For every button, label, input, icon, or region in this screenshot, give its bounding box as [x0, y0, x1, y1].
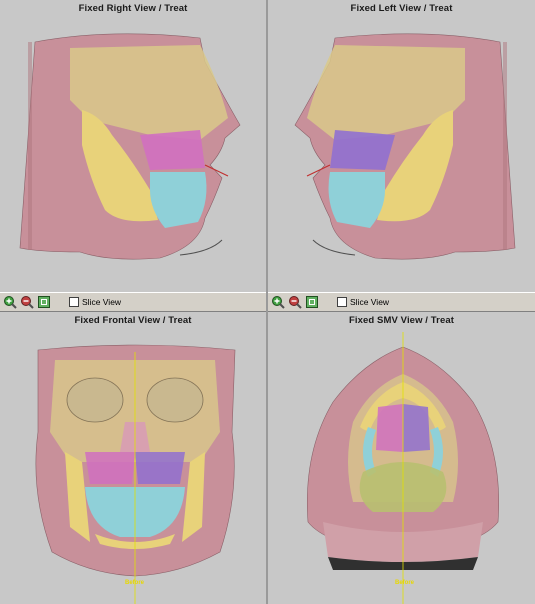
slice-view-checkbox[interactable]	[69, 297, 79, 307]
frontal-view-render	[35, 344, 236, 604]
smv-view-render	[307, 332, 499, 604]
four-view-layout: Fixed Right View / Treat Fixed Left View…	[0, 0, 535, 604]
slice-view-label: Slice View	[82, 297, 122, 307]
slice-view-label: Slice View	[350, 297, 390, 307]
zoom-out-icon[interactable]	[288, 295, 302, 309]
before-marker: Before	[395, 580, 415, 586]
pane-smv-view[interactable]: Fixed SMV View / Treat Before	[268, 312, 535, 604]
slice-view-checkbox[interactable]	[337, 297, 347, 307]
pane-right-view[interactable]: Fixed Right View / Treat	[0, 0, 266, 292]
left-view-render	[294, 33, 516, 260]
slice-view-toggle[interactable]: Slice View	[337, 297, 389, 307]
right-view-render	[19, 33, 241, 260]
pane-left-view[interactable]: Fixed Left View / Treat	[268, 0, 535, 292]
before-marker: Before	[125, 580, 145, 586]
zoom-out-icon[interactable]	[20, 295, 34, 309]
zoom-in-icon[interactable]	[271, 295, 285, 309]
zoom-in-icon[interactable]	[3, 295, 17, 309]
view-toolbar-left: Slice View	[0, 292, 266, 312]
pane-frontal-view[interactable]: Fixed Frontal View / Treat Before	[0, 312, 266, 604]
pane-divider[interactable]	[266, 0, 268, 604]
view-toolbar-right: Slice View	[268, 292, 535, 312]
fit-view-icon[interactable]	[37, 295, 51, 309]
fit-view-icon[interactable]	[305, 295, 319, 309]
slice-view-toggle[interactable]: Slice View	[69, 297, 121, 307]
